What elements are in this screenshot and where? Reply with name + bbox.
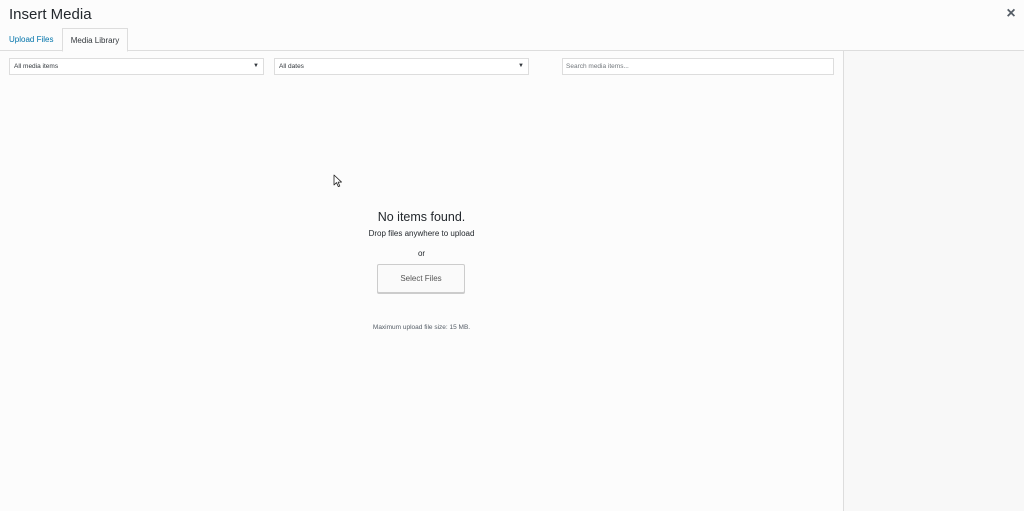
uploader-empty-state: No items found. Drop files anywhere to u…	[0, 0, 843, 511]
cursor-icon	[333, 174, 342, 187]
attachment-details-sidebar	[843, 51, 1024, 511]
no-items-title: No items found.	[377, 210, 466, 224]
or-separator: or	[417, 249, 426, 258]
max-upload-size-text: Maximum upload file size: 15 MB.	[372, 324, 471, 331]
drop-files-instructions: Drop files anywhere to upload	[368, 229, 475, 238]
insert-media-modal: Insert Media × Upload Files Media Librar…	[0, 0, 1024, 511]
select-files-button[interactable]: Select Files	[377, 264, 465, 293]
close-icon[interactable]: ×	[1002, 3, 1020, 25]
